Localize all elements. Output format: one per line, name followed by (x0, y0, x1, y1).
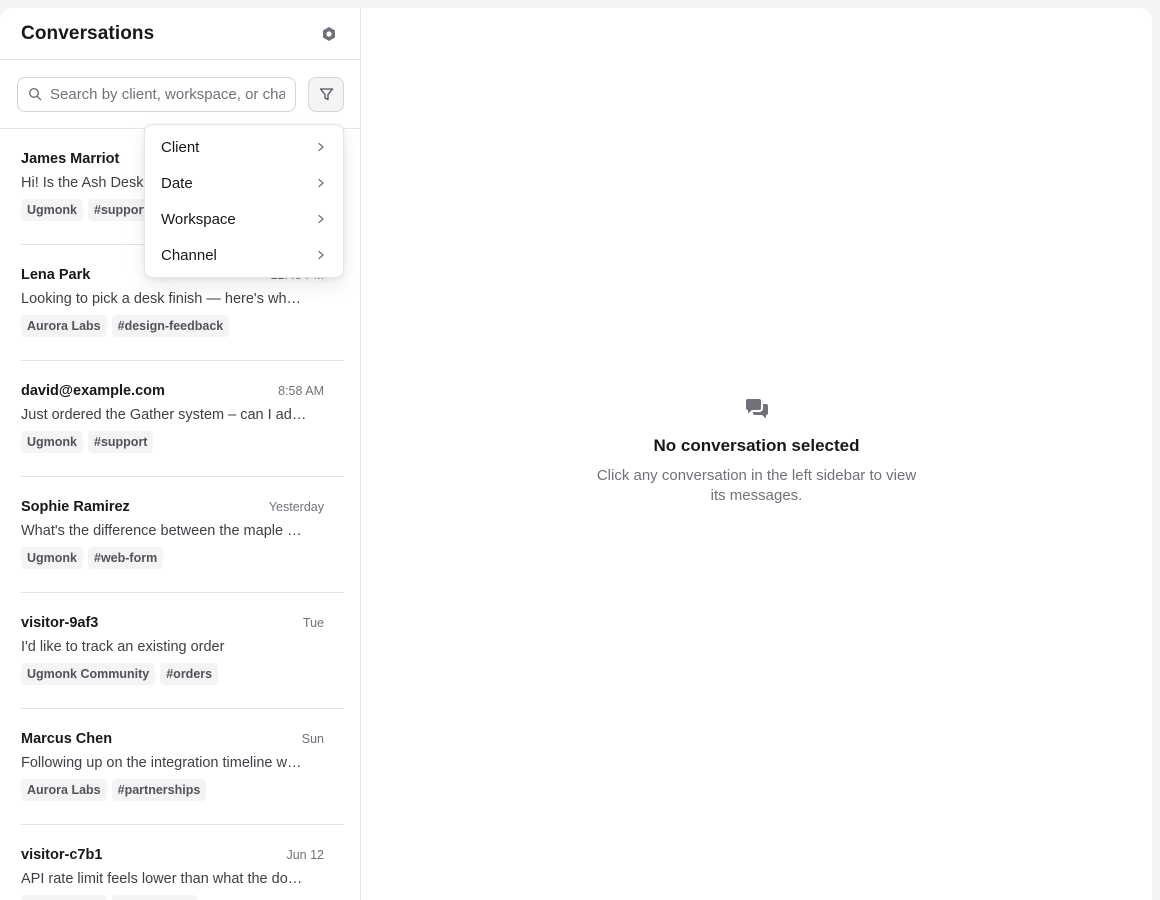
settings-button[interactable] (318, 23, 340, 45)
conversation-item[interactable]: visitor-9af3 Tue I'd like to track an ex… (21, 593, 344, 709)
conversation-tag: #orders (160, 663, 219, 685)
conversation-tags: Aurora Labs #partnerships (21, 779, 344, 801)
conversation-preview: API rate limit feels lower than what the… (21, 871, 308, 887)
app-window: Conversations Search by client, workspac… (0, 8, 1152, 900)
conversation-tag: #design-feedback (111, 315, 230, 337)
conversation-time: Tue (302, 616, 324, 630)
conversation-tag: Aurora Labs (21, 779, 107, 801)
conversation-name: david@example.com (21, 383, 165, 399)
search-input[interactable] (50, 85, 285, 103)
filter-dropdown-menu: Client Date Workspace Channel (144, 124, 344, 278)
conversations-sidebar: Conversations Search by client, workspac… (0, 8, 361, 900)
conversation-header: Marcus Chen Sun (21, 731, 344, 747)
conversation-header: david@example.com 8:58 AM (21, 383, 344, 399)
conversation-preview: What's the difference between the maple … (21, 523, 308, 539)
conversation-item[interactable]: Marcus Chen Sun Following up on the inte… (21, 709, 344, 825)
conversation-name: visitor-c7b1 (21, 847, 103, 863)
conversation-tags: Ugmonk #support (21, 431, 344, 453)
empty-state-title: No conversation selected (653, 436, 860, 455)
conversation-header: Sophie Ramirez Yesterday (21, 499, 344, 515)
conversation-item[interactable]: visitor-c7b1 Jun 12 API rate limit feels… (21, 825, 344, 900)
sidebar-title: Conversations (21, 22, 155, 44)
conversation-tags: Ugmonk #web-form (21, 547, 344, 569)
conversation-tag: Ugmonk (21, 547, 83, 569)
conversation-tag: Ugmonk Community (21, 663, 156, 685)
conversation-time: 8:58 AM (278, 384, 324, 398)
search-row (0, 60, 360, 129)
filter-menu-item-workspace[interactable]: Workspace (145, 201, 343, 237)
search-box (17, 76, 296, 112)
conversation-tags: Ugmonk Community #orders (21, 663, 344, 685)
conversation-tag: Aurora Labs (21, 315, 107, 337)
conversation-tags: Aurora Labs #developers (21, 895, 344, 900)
settings-icon (323, 26, 335, 41)
filter-menu-item-date[interactable]: Date (145, 165, 343, 201)
conversation-preview: Just ordered the Gather system – can I a… (21, 407, 308, 423)
chevron-right-icon (318, 214, 324, 224)
conversation-time: Sun (301, 732, 324, 746)
chevron-right-icon (318, 142, 324, 152)
conversation-item[interactable]: david@example.com 8:58 AM Just ordered t… (21, 361, 344, 477)
conversation-preview: Looking to pick a desk finish — here's w… (21, 291, 308, 307)
search-icon (28, 87, 42, 101)
conversation-preview: I'd like to track an existing order (21, 639, 225, 655)
conversation-name: James Marriot (21, 151, 120, 167)
conversation-tag: #developers (111, 895, 197, 900)
conversation-tag: #support (88, 431, 154, 453)
filter-menu-item-label: Client (161, 138, 200, 156)
filter-menu-item-label: Date (161, 174, 193, 192)
conversation-tags: Aurora Labs #design-feedback (21, 315, 344, 337)
filter-menu-item-label: Workspace (161, 210, 236, 228)
conversation-item[interactable]: Sophie Ramirez Yesterday What's the diff… (21, 477, 344, 593)
conversation-panel: No conversation selected Click any conve… (361, 8, 1152, 900)
filter-icon (319, 87, 333, 100)
filter-button[interactable] (308, 76, 344, 112)
conversation-time: Jun 12 (286, 848, 324, 862)
conversation-name: visitor-9af3 (21, 615, 99, 631)
conversation-tag: Ugmonk (21, 199, 83, 221)
conversation-name: Lena Park (21, 267, 91, 283)
conversation-preview: Following up on the integration timeline… (21, 755, 308, 771)
conversation-name: Sophie Ramirez (21, 499, 130, 515)
conversation-tag: #partnerships (111, 779, 207, 801)
empty-state-subtitle: Click any conversation in the left sideb… (596, 467, 917, 504)
conversation-tag: #web-form (88, 547, 164, 569)
chevron-right-icon (318, 178, 324, 188)
conversation-time: Yesterday (268, 500, 324, 514)
chevron-right-icon (318, 250, 324, 260)
empty-state: No conversation selected Click any conve… (361, 398, 1152, 506)
conversation-tag: Ugmonk (21, 431, 83, 453)
conversation-name: Marcus Chen (21, 731, 113, 747)
filter-menu-item-channel[interactable]: Channel (145, 237, 343, 273)
filter-menu-item-label: Channel (161, 246, 217, 264)
conversation-tag: Aurora Labs (21, 895, 107, 900)
chat-bubbles-icon (745, 399, 768, 419)
sidebar-header: Conversations (0, 8, 360, 60)
conversation-header: visitor-c7b1 Jun 12 (21, 847, 344, 863)
conversation-header: visitor-9af3 Tue (21, 615, 344, 631)
filter-menu-item-client[interactable]: Client (145, 129, 343, 165)
